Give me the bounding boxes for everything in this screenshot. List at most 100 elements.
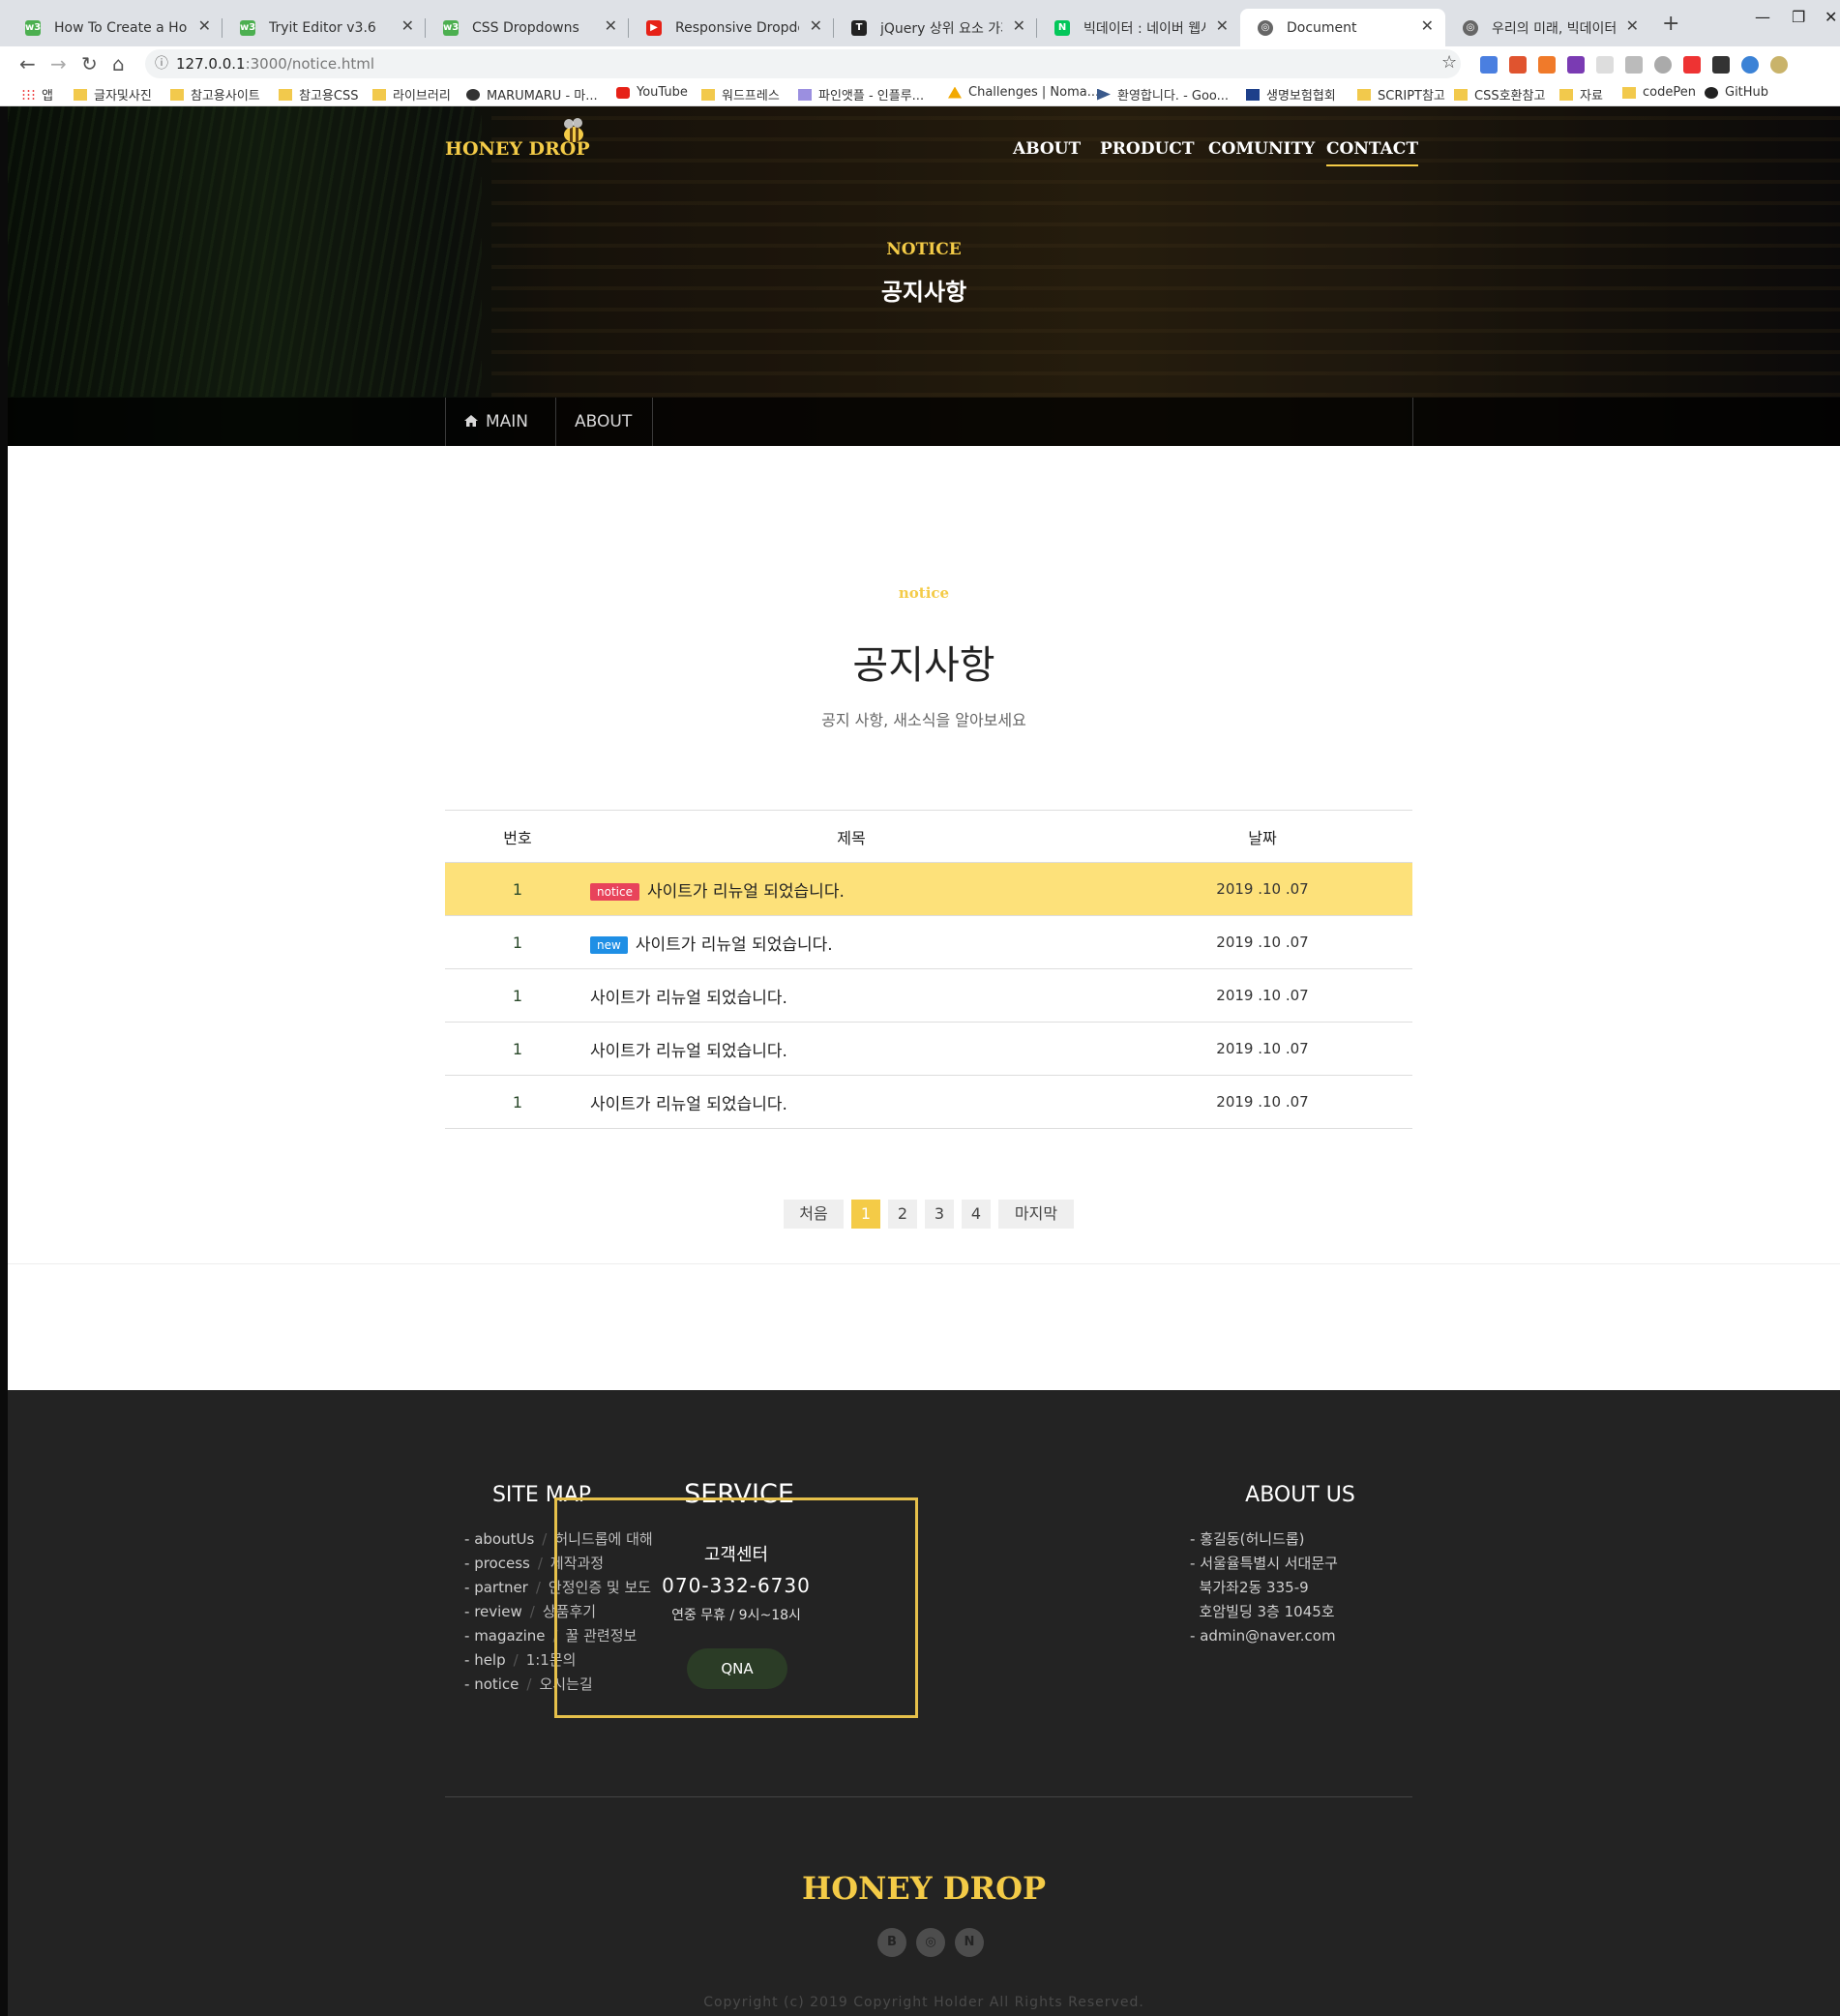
pocket-extension-icon[interactable] <box>1625 56 1643 74</box>
row-number: 1 <box>512 879 523 899</box>
bookmark-item[interactable]: 파인앳플 - 인플루... <box>798 85 924 104</box>
bookmark-star-icon[interactable]: ☆ <box>1441 52 1457 73</box>
browser-tab[interactable]: w3 How To Create a Horizont ✕ <box>8 9 223 46</box>
page-last-button[interactable]: 마지막 <box>998 1200 1074 1229</box>
minimize-icon[interactable]: — <box>1755 8 1770 26</box>
row-title-cell[interactable]: new 사이트가 리뉴얼 되었습니다. <box>590 931 1113 955</box>
bookmark-item[interactable]: 환영합니다. - Goo... <box>1097 85 1229 104</box>
column-header-title: 제목 <box>837 828 866 847</box>
row-title-cell[interactable]: 사이트가 리뉴얼 되었습니다. <box>590 1037 1113 1061</box>
about-item[interactable]: - admin@naver.com <box>1190 1624 1338 1648</box>
close-icon[interactable]: ✕ <box>1013 16 1025 35</box>
w3schools-icon: w3 <box>25 20 41 36</box>
home-icon[interactable]: ⌂ <box>112 52 125 75</box>
gnb-extension-icon[interactable] <box>1654 56 1672 74</box>
browser-tab[interactable]: ▶ Responsive Dropdown Na ✕ <box>629 9 834 46</box>
bookmark-item[interactable]: YouTube <box>616 85 688 100</box>
browser-window: w3 How To Create a Horizont ✕ w3 Tryit E… <box>0 0 1840 2016</box>
table-row[interactable]: 1 new 사이트가 리뉴얼 되었습니다. 2019 .10 .07 <box>445 916 1412 969</box>
pagination: 처음 1 2 3 4 마지막 <box>784 1200 1074 1229</box>
close-icon[interactable]: ✕ <box>810 16 822 35</box>
bookmark-item[interactable]: 워드프레스 <box>701 85 780 104</box>
new-tab-icon[interactable]: + <box>1662 12 1679 36</box>
bookmark-item[interactable]: CSS호환참고 <box>1454 85 1545 104</box>
page-3-button[interactable]: 3 <box>925 1200 954 1229</box>
nav-product[interactable]: PRODUCT <box>1100 139 1194 159</box>
pen-extension-icon[interactable] <box>1712 56 1730 74</box>
section-eyebrow: notice <box>898 584 950 602</box>
ex-extension-icon[interactable] <box>1538 56 1556 74</box>
row-title-cell[interactable]: 사이트가 리뉴얼 되었습니다. <box>590 984 1113 1008</box>
row-title-link[interactable]: 사이트가 리뉴얼 되었습니다. <box>647 882 845 902</box>
page-1-button[interactable]: 1 <box>851 1200 880 1229</box>
bookmark-item[interactable]: 참고용CSS <box>279 85 358 104</box>
page-first-button[interactable]: 처음 <box>784 1200 844 1229</box>
row-title-link[interactable]: 사이트가 리뉴얼 되었습니다. <box>590 989 787 1008</box>
bookmark-item[interactable]: GitHub <box>1705 85 1768 100</box>
instagram-icon[interactable]: ◎ <box>916 1928 945 1957</box>
back-icon[interactable]: ← <box>19 52 36 75</box>
browser-tab[interactable]: T jQuery 상위 요소 가져오기 ✕ <box>834 9 1037 46</box>
table-row[interactable]: 1 notice 사이트가 리뉴얼 되었습니다. 2019 .10 .07 <box>445 863 1412 916</box>
bookmark-item[interactable]: codePen <box>1622 85 1696 100</box>
page-4-button[interactable]: 4 <box>962 1200 991 1229</box>
row-number: 1 <box>512 933 523 952</box>
browser-tab[interactable]: N 빅데이터 : 네이버 웹사이트 ✕ <box>1037 9 1240 46</box>
url-input[interactable]: ⓘ 127.0.0.1:3000/notice.html <box>145 49 1461 78</box>
table-row[interactable]: 1 사이트가 리뉴얼 되었습니다. 2019 .10 .07 <box>445 969 1412 1023</box>
qna-button[interactable]: QNA <box>687 1648 787 1689</box>
close-icon[interactable]: ✕ <box>605 16 617 35</box>
lnb-about[interactable]: ABOUT <box>575 398 632 446</box>
folder-icon <box>279 88 292 101</box>
forward-icon[interactable]: → <box>50 52 67 75</box>
row-title-link[interactable]: 사이트가 리뉴얼 되었습니다. <box>636 935 833 955</box>
row-title-cell[interactable]: 사이트가 리뉴얼 되었습니다. <box>590 1090 1113 1114</box>
pdf-extension-icon[interactable] <box>1683 56 1701 74</box>
browser-tab[interactable]: w3 CSS Dropdowns ✕ <box>426 9 629 46</box>
bookmark-item[interactable]: MARUMARU - 마... <box>466 85 598 104</box>
blog-icon[interactable]: B <box>877 1928 906 1957</box>
section-description: 공지 사항, 새소식을 알아보세요 <box>821 711 1026 729</box>
row-title-link[interactable]: 사이트가 리뉴얼 되었습니다. <box>590 1042 787 1061</box>
onenote-extension-icon[interactable] <box>1567 56 1585 74</box>
nomad-icon <box>948 86 962 99</box>
web-extension-icon[interactable] <box>1741 56 1759 74</box>
info-icon[interactable]: ⓘ <box>155 49 168 78</box>
nav-comunity[interactable]: COMUNITY <box>1208 139 1315 159</box>
translate-extension-icon[interactable] <box>1480 56 1498 74</box>
nav-about[interactable]: ABOUT <box>1013 139 1081 159</box>
reload-icon[interactable]: ↻ <box>81 52 98 75</box>
close-icon[interactable]: ✕ <box>401 16 414 35</box>
folder-icon <box>1559 88 1573 101</box>
bookmark-item[interactable]: 앱 <box>21 85 53 104</box>
row-title-link[interactable]: 사이트가 리뉴얼 되었습니다. <box>590 1095 787 1114</box>
row-number: 1 <box>512 986 523 1005</box>
row-title-cell[interactable]: notice 사이트가 리뉴얼 되었습니다. <box>590 877 1113 902</box>
naver-icon[interactable]: N <box>955 1928 984 1957</box>
page-2-button[interactable]: 2 <box>888 1200 917 1229</box>
bookmark-item[interactable]: Challenges | Noma... <box>948 85 1099 100</box>
bookmark-item[interactable]: 참고용사이트 <box>170 85 260 104</box>
bookmark-item[interactable]: 라이브러리 <box>372 85 451 104</box>
browser-tab[interactable]: w3 Tryit Editor v3.6 ✕ <box>223 9 426 46</box>
bookmark-item[interactable]: 생명보험협회 <box>1246 85 1336 104</box>
window-close-icon[interactable]: ✕ <box>1825 8 1837 26</box>
close-icon[interactable]: ✕ <box>1216 16 1229 35</box>
restore-icon[interactable]: ❐ <box>1792 8 1805 26</box>
lnb-main[interactable]: MAIN <box>464 398 528 446</box>
close-icon[interactable]: ✕ <box>1626 16 1639 35</box>
close-icon[interactable]: ✕ <box>1421 16 1434 35</box>
bookmark-item[interactable]: 글자및사진 <box>74 85 152 104</box>
stack-extension-icon[interactable] <box>1509 56 1527 74</box>
folder-icon <box>372 88 386 101</box>
browser-tab-active[interactable]: ◎ Document ✕ <box>1240 9 1445 46</box>
bookmark-item[interactable]: SCRIPT참고 <box>1357 85 1445 104</box>
bookmark-item[interactable]: 자료 <box>1559 85 1603 104</box>
close-icon[interactable]: ✕ <box>198 16 211 35</box>
table-row[interactable]: 1 사이트가 리뉴얼 되었습니다. 2019 .10 .07 <box>445 1076 1412 1129</box>
page-extension-icon[interactable] <box>1596 56 1614 74</box>
table-row[interactable]: 1 사이트가 리뉴얼 되었습니다. 2019 .10 .07 <box>445 1023 1412 1076</box>
nav-contact[interactable]: CONTACT <box>1326 139 1418 166</box>
browser-tab[interactable]: ◎ 우리의 미래, 빅데이터 - 핑 ✕ <box>1445 9 1650 46</box>
profile-icon[interactable] <box>1770 56 1788 74</box>
